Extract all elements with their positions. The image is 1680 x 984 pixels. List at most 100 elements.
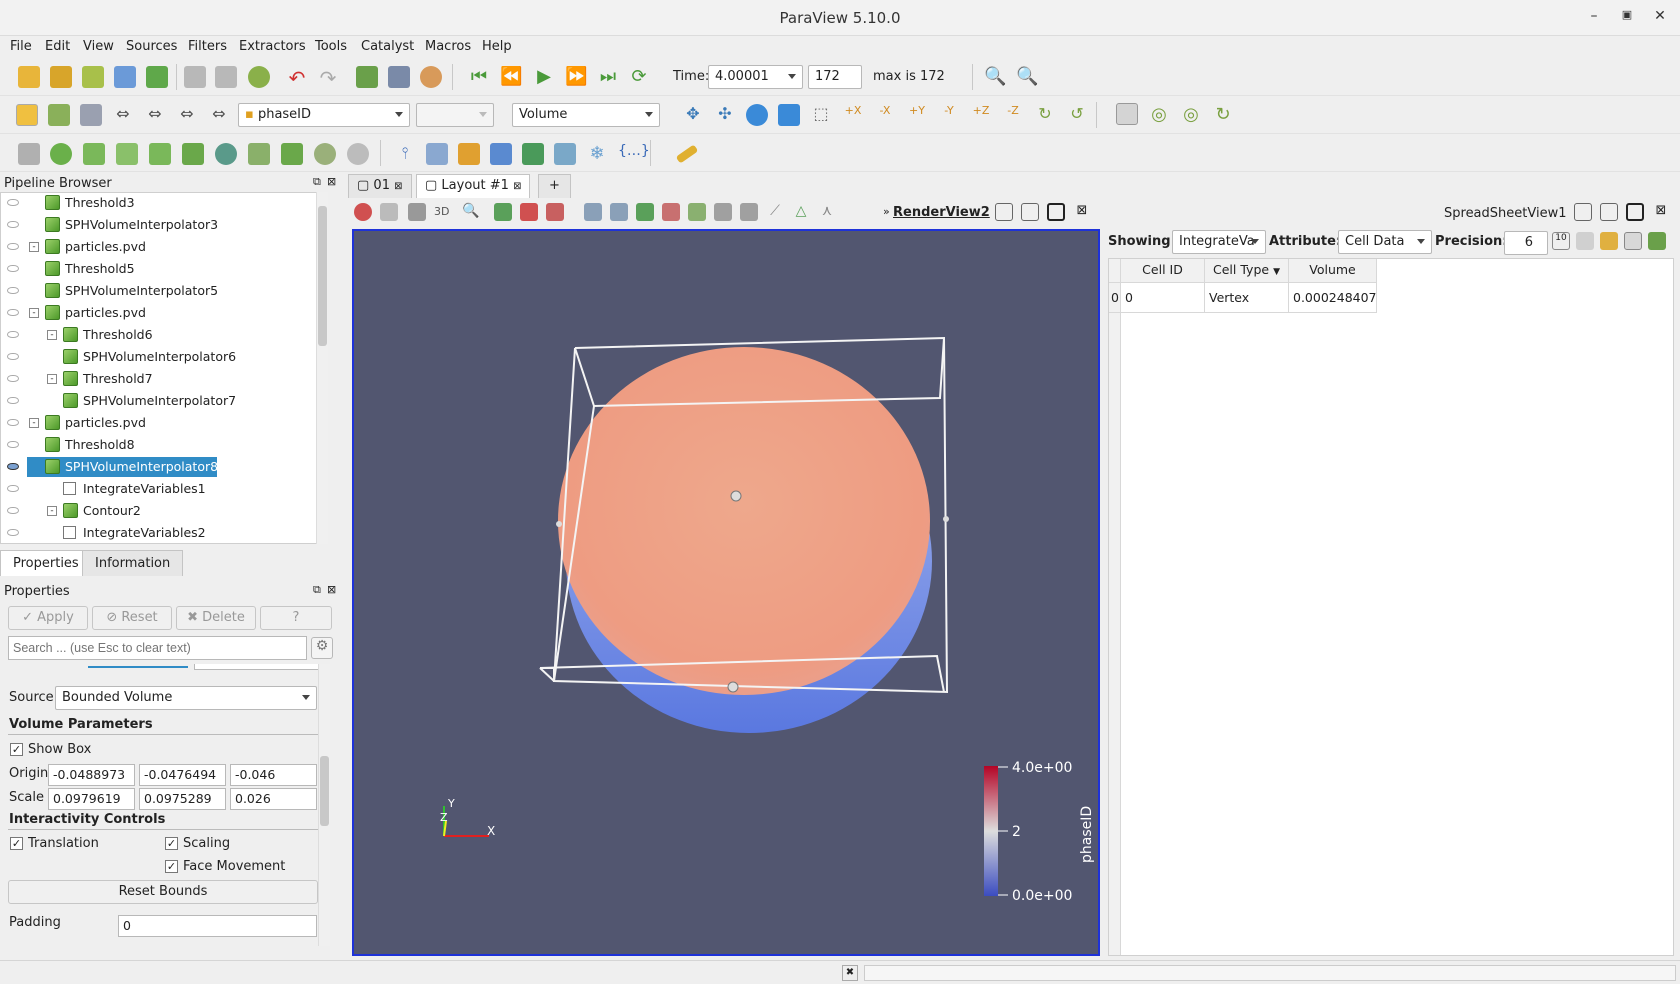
column-header[interactable]: Volume [1289, 259, 1377, 283]
close-tab-icon[interactable]: ⊠ [513, 181, 521, 192]
help-button[interactable]: ? [260, 606, 332, 630]
ruler-tool-icon[interactable]: △ [792, 203, 810, 221]
slice-icon[interactable] [116, 143, 138, 165]
close-view-icon[interactable]: ⊠ [1073, 203, 1091, 221]
pipeline-item[interactable]: SPHVolumeInterpolator8 [1, 456, 315, 478]
scrollbar-thumb[interactable] [318, 206, 327, 346]
menu-macros[interactable]: Macros [425, 39, 471, 54]
view-minus-x-icon[interactable]: -X [874, 104, 896, 126]
first-frame-icon[interactable]: ⏮ [468, 66, 490, 88]
eye-closed-icon[interactable] [7, 353, 19, 360]
threshold-icon[interactable] [149, 143, 171, 165]
collapse-icon[interactable]: - [29, 418, 39, 428]
collapse-icon[interactable]: - [29, 308, 39, 318]
column-header[interactable]: Cell ID [1121, 259, 1205, 283]
scaling-checkbox[interactable]: ✓ [165, 837, 178, 850]
contour-icon[interactable] [50, 143, 72, 165]
eye-closed-icon[interactable] [7, 507, 19, 514]
pipeline-item[interactable]: - Threshold6 [1, 324, 315, 346]
interactive-select-icon[interactable] [610, 203, 628, 221]
box-handle[interactable] [727, 681, 739, 693]
slider-track[interactable] [88, 666, 188, 668]
eye-closed-icon[interactable] [7, 419, 19, 426]
hover-points-icon[interactable] [662, 203, 680, 221]
python-calculator-icon[interactable] [522, 143, 544, 165]
zoom-to-data-icon[interactable] [746, 104, 768, 126]
apply-button[interactable]: ✓ Apply [8, 606, 88, 630]
palette-icon[interactable] [420, 66, 442, 88]
maximize-view-icon[interactable] [1047, 203, 1065, 221]
eye-closed-icon[interactable] [7, 287, 19, 294]
extract-subset-icon[interactable] [182, 143, 204, 165]
menu-view[interactable]: View [83, 39, 114, 54]
particle-tracer-icon[interactable]: ❄ [586, 143, 608, 165]
auto-apply-icon[interactable] [248, 66, 270, 88]
pipeline-item[interactable]: IntegrateVariables2 [1, 522, 315, 543]
properties-search-input[interactable] [8, 636, 307, 660]
table-cell[interactable]: 0.000248407 [1289, 283, 1377, 313]
split-vertical-icon[interactable] [1021, 203, 1039, 221]
shrink-selection-icon[interactable] [740, 203, 758, 221]
representation-combo[interactable]: Volume [512, 103, 660, 127]
time-value-combo[interactable]: 4.00001 [708, 65, 803, 89]
pipeline-item[interactable]: - particles.pvd [1, 302, 315, 324]
collapse-icon[interactable]: - [47, 506, 57, 516]
scale-x-input[interactable]: 0.0979619 [48, 788, 135, 810]
rotation-center-icon[interactable]: ↻ [1212, 104, 1234, 126]
histogram-icon[interactable] [458, 143, 480, 165]
box-handle[interactable] [730, 490, 742, 502]
origin-z-input[interactable]: -0.046 [230, 764, 317, 786]
pipeline-item[interactable]: - Threshold7 [1, 368, 315, 390]
angle-tool-icon[interactable]: ⋏ [818, 203, 836, 221]
gear-icon[interactable]: ⚙ [311, 637, 333, 659]
show-selected-icon[interactable] [1576, 232, 1594, 250]
padding-input[interactable]: 0 [118, 915, 317, 937]
toggle-color-legend-icon[interactable] [16, 104, 38, 126]
center-axes-icon[interactable] [1116, 103, 1138, 125]
view-plus-z-icon[interactable]: +Z [970, 104, 992, 126]
python-shell-icon[interactable] [356, 66, 378, 88]
reset-button[interactable]: ⊘ Reset [92, 606, 172, 630]
pipeline-item[interactable]: Threshold5 [1, 258, 315, 280]
probe-icon[interactable]: ⫯ [394, 143, 416, 165]
maximize-icon[interactable]: ▣ [1617, 8, 1637, 28]
box-handle[interactable] [943, 516, 949, 522]
tab-properties[interactable]: Properties [0, 550, 92, 576]
table-cell[interactable]: Vertex [1205, 283, 1289, 313]
pipeline-item[interactable]: - particles.pvd [1, 412, 315, 434]
collapse-icon[interactable]: - [47, 374, 57, 384]
zoom-data-icon[interactable]: 🔍 [984, 66, 1006, 88]
scrollbar-thumb[interactable] [320, 756, 329, 826]
translation-checkbox[interactable]: ✓ [10, 837, 23, 850]
redo-icon[interactable]: ↷ [317, 66, 339, 90]
menu-tools[interactable]: Tools [315, 39, 347, 54]
preview-icon[interactable] [380, 203, 398, 221]
select-cells-icon[interactable] [494, 203, 512, 221]
select-points-icon[interactable] [520, 203, 538, 221]
rotate-minus-90-icon[interactable]: ↺ [1066, 104, 1088, 126]
eye-closed-icon[interactable] [7, 309, 19, 316]
next-frame-icon[interactable]: ⏩ [565, 66, 587, 88]
clip-icon[interactable] [83, 143, 105, 165]
reset-camera-closest-icon[interactable]: ✣ [714, 104, 736, 126]
group-datasets-icon[interactable] [314, 143, 336, 165]
table-cell[interactable]: 0 [1121, 283, 1205, 313]
redo-camera-icon[interactable] [215, 66, 237, 88]
eye-closed-icon[interactable] [7, 265, 19, 272]
rotate-plus-90-icon[interactable]: ↻ [1034, 104, 1056, 126]
split-vertical-icon[interactable] [1600, 203, 1618, 221]
plot-over-line-icon[interactable] [426, 143, 448, 165]
view-plus-x-icon[interactable]: +X [842, 104, 864, 126]
reset-center-icon[interactable]: ◎ [1180, 104, 1202, 126]
eye-closed-icon[interactable] [7, 199, 19, 206]
face-movement-checkbox[interactable]: ✓ [165, 860, 178, 873]
tab-layout-01[interactable]: ▢ 01 ⊠ [348, 174, 412, 198]
close-icon[interactable]: ✕ [1650, 8, 1670, 28]
menu-extractors[interactable]: Extractors [239, 39, 306, 54]
render-view[interactable]: X Y Z 4.0e+00 2 0.0e+00 phaseID [352, 229, 1100, 956]
rescale-range-icon[interactable]: ⇔ [208, 104, 230, 126]
undo-icon[interactable]: ↶ [286, 66, 308, 90]
origin-x-input[interactable]: -0.0488973 [48, 764, 135, 786]
recent-files-icon[interactable] [50, 66, 72, 88]
origin-y-input[interactable]: -0.0476494 [139, 764, 226, 786]
